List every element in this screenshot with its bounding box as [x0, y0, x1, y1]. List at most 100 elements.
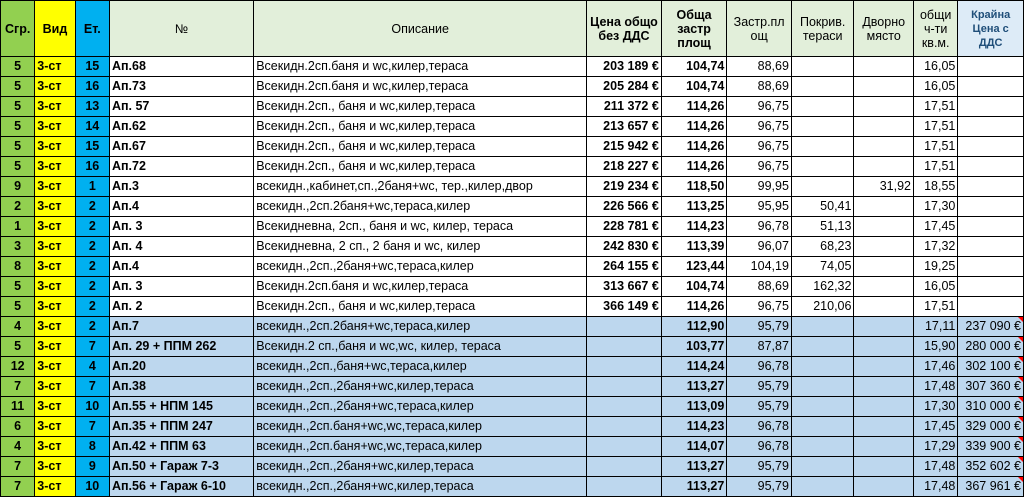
cell-no[interactable]: Ап.42 + ППМ 63 [108, 436, 255, 457]
cell-price[interactable]: 213 657 € [586, 116, 662, 137]
cell-price[interactable] [586, 456, 662, 477]
cell-desc[interactable]: всекидн.,2сп.2баня+wc,тераса,килер [253, 196, 588, 217]
header-et[interactable]: Ет. [74, 0, 110, 57]
cell-no[interactable]: Ап.73 [108, 76, 255, 97]
cell-area[interactable]: 114,26 [660, 156, 728, 177]
cell-no[interactable]: Ап. 4 [108, 236, 255, 257]
cell-final[interactable] [957, 136, 1024, 157]
cell-terr[interactable] [790, 356, 855, 377]
cell-area[interactable]: 114,26 [660, 116, 728, 137]
cell-et[interactable]: 15 [74, 136, 110, 157]
cell-terr[interactable]: 162,32 [790, 276, 855, 297]
cell-common[interactable]: 15,90 [912, 336, 959, 357]
cell-no[interactable]: Ап.38 [108, 376, 255, 397]
cell-vid[interactable]: 3-ст [34, 316, 76, 337]
cell-price[interactable] [586, 336, 662, 357]
cell-final[interactable] [957, 176, 1024, 197]
cell-no[interactable]: Ап.20 [108, 356, 255, 377]
cell-grp[interactable]: 5 [0, 96, 36, 117]
cell-yard[interactable] [853, 336, 914, 357]
cell-et[interactable]: 2 [74, 316, 110, 337]
header-built[interactable]: Застр.пл ощ [726, 0, 792, 57]
cell-yard[interactable] [853, 76, 914, 97]
cell-price[interactable] [586, 356, 662, 377]
cell-et[interactable]: 16 [74, 76, 110, 97]
cell-desc[interactable]: всекидн.,2сп.,2баня+wc,килер,тераса [253, 456, 588, 477]
cell-final[interactable]: 280 000 € [957, 336, 1024, 357]
cell-et[interactable]: 10 [74, 396, 110, 417]
cell-desc[interactable]: Всекидн.2сп., баня и wc,килер,тераса [253, 136, 588, 157]
cell-vid[interactable]: 3-ст [34, 416, 76, 437]
cell-yard[interactable] [853, 436, 914, 457]
cell-yard[interactable] [853, 276, 914, 297]
cell-grp[interactable]: 5 [0, 116, 36, 137]
cell-final[interactable] [957, 116, 1024, 137]
cell-terr[interactable] [790, 416, 855, 437]
cell-no[interactable]: Ап. 3 [108, 276, 255, 297]
header-desc[interactable]: Описание [253, 0, 588, 57]
cell-built[interactable]: 95,79 [726, 456, 792, 477]
cell-yard[interactable]: 31,92 [853, 176, 914, 197]
cell-vid[interactable]: 3-ст [34, 76, 76, 97]
cell-desc[interactable]: Всекидн.2сп.баня и wc,килер,тераса [253, 276, 588, 297]
cell-desc[interactable]: всекидн.,2сп.,2баня+wc,килер,тераса [253, 376, 588, 397]
cell-common[interactable]: 18,55 [912, 176, 959, 197]
cell-grp[interactable]: 7 [0, 476, 36, 497]
cell-et[interactable]: 13 [74, 96, 110, 117]
cell-et[interactable]: 2 [74, 296, 110, 317]
cell-et[interactable]: 2 [74, 216, 110, 237]
cell-built[interactable]: 96,78 [726, 356, 792, 377]
cell-price[interactable]: 313 667 € [586, 276, 662, 297]
cell-no[interactable]: Ап.7 [108, 316, 255, 337]
cell-price[interactable]: 215 942 € [586, 136, 662, 157]
cell-vid[interactable]: 3-ст [34, 436, 76, 457]
cell-et[interactable]: 9 [74, 456, 110, 477]
cell-common[interactable]: 17,51 [912, 156, 959, 177]
cell-vid[interactable]: 3-ст [34, 156, 76, 177]
cell-common[interactable]: 17,51 [912, 96, 959, 117]
cell-final[interactable] [957, 256, 1024, 277]
cell-built[interactable]: 88,69 [726, 76, 792, 97]
cell-desc[interactable]: Всекидн.2сп., баня и wc,килер,тераса [253, 156, 588, 177]
cell-price[interactable]: 219 234 € [586, 176, 662, 197]
cell-desc[interactable]: всекидн.,кабинет,сп.,2баня+wc, тер.,киле… [253, 176, 588, 197]
cell-desc[interactable]: всекидн.,2сп.баня+wc,wc,тераса,килер [253, 436, 588, 457]
cell-yard[interactable] [853, 56, 914, 77]
cell-yard[interactable] [853, 136, 914, 157]
cell-vid[interactable]: 3-ст [34, 456, 76, 477]
cell-final[interactable] [957, 156, 1024, 177]
cell-built[interactable]: 87,87 [726, 336, 792, 357]
cell-final[interactable]: 367 961 € [957, 476, 1024, 497]
cell-price[interactable]: 218 227 € [586, 156, 662, 177]
cell-common[interactable]: 16,05 [912, 276, 959, 297]
cell-vid[interactable]: 3-ст [34, 116, 76, 137]
cell-final[interactable] [957, 56, 1024, 77]
cell-terr[interactable] [790, 476, 855, 497]
cell-terr[interactable] [790, 116, 855, 137]
cell-final[interactable]: 307 360 € [957, 376, 1024, 397]
cell-vid[interactable]: 3-ст [34, 216, 76, 237]
cell-yard[interactable] [853, 96, 914, 117]
cell-common[interactable]: 16,05 [912, 76, 959, 97]
cell-vid[interactable]: 3-ст [34, 236, 76, 257]
comment-indicator-icon[interactable] [1018, 377, 1023, 382]
cell-final[interactable] [957, 276, 1024, 297]
cell-terr[interactable] [790, 316, 855, 337]
cell-built[interactable]: 96,07 [726, 236, 792, 257]
cell-no[interactable]: Ап.55 + НПМ 145 [108, 396, 255, 417]
cell-et[interactable]: 1 [74, 176, 110, 197]
cell-area[interactable]: 114,07 [660, 436, 728, 457]
cell-common[interactable]: 17,32 [912, 236, 959, 257]
cell-desc[interactable]: всекидн.,2сп.,2баня+wc,тераса,килер [253, 256, 588, 277]
cell-common[interactable]: 17,11 [912, 316, 959, 337]
cell-common[interactable]: 17,48 [912, 456, 959, 477]
cell-price[interactable]: 228 781 € [586, 216, 662, 237]
cell-et[interactable]: 7 [74, 336, 110, 357]
header-yard[interactable]: Дворно място [853, 0, 914, 57]
cell-et[interactable]: 2 [74, 256, 110, 277]
cell-no[interactable]: Ап.35 + ППМ 247 [108, 416, 255, 437]
cell-grp[interactable]: 4 [0, 436, 36, 457]
cell-area[interactable]: 112,90 [660, 316, 728, 337]
cell-no[interactable]: Ап.62 [108, 116, 255, 137]
cell-terr[interactable]: 51,13 [790, 216, 855, 237]
